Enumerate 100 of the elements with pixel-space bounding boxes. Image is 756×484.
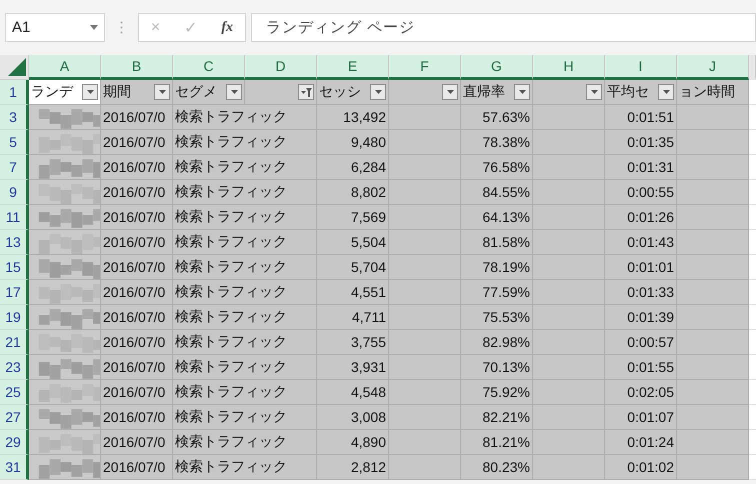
table-cell: 64.13%: [461, 205, 533, 230]
select-all-button[interactable]: [0, 55, 29, 80]
filter-button[interactable]: [154, 84, 170, 100]
row-header[interactable]: 13: [0, 230, 29, 255]
header-text: セグメ: [175, 83, 217, 101]
table-cell: [533, 230, 605, 255]
filter-button[interactable]: [514, 84, 530, 100]
table-cell: 検索トラフィック: [173, 355, 317, 380]
formula-field[interactable]: ランディング ページ: [251, 13, 756, 42]
triangle-icon: [8, 58, 26, 76]
table-cell: 2016/07/0: [101, 430, 173, 455]
table-cell: 5,704: [317, 255, 389, 280]
table-cell: [677, 205, 749, 230]
row-header[interactable]: 29: [0, 430, 29, 455]
table-cell: 2,812: [317, 455, 389, 480]
table-cell: 2016/07/0: [101, 255, 173, 280]
table-cell: 0:00:57: [605, 330, 677, 355]
table-cell: 2016/07/0: [101, 280, 173, 305]
filter-button[interactable]: [442, 84, 458, 100]
caret-icon: [158, 90, 166, 94]
header-text: セッシ: [319, 83, 361, 101]
table-cell: [677, 280, 749, 305]
table-cell: 0:01:24: [605, 430, 677, 455]
row-header[interactable]: 23: [0, 355, 29, 380]
table-cell: [533, 405, 605, 430]
table-cell: [389, 230, 461, 255]
column-header[interactable]: D: [245, 55, 317, 80]
filter-button[interactable]: [298, 84, 314, 100]
caret-icon: [90, 25, 98, 30]
column-header[interactable]: C: [173, 55, 245, 80]
table-cell: 4,551: [317, 280, 389, 305]
row-header[interactable]: 3: [0, 105, 29, 130]
cell-reference: A1: [12, 19, 30, 36]
table-cell: [533, 130, 605, 155]
table-cell: 82.98%: [461, 330, 533, 355]
row-header[interactable]: 9: [0, 180, 29, 205]
filter-button[interactable]: [370, 84, 386, 100]
table-cell: 57.63%: [461, 105, 533, 130]
table-cell: 78.19%: [461, 255, 533, 280]
table-cell: [677, 455, 749, 480]
column-header[interactable]: E: [317, 55, 389, 80]
table-cell: 80.23%: [461, 455, 533, 480]
filter-icon: [300, 88, 312, 96]
table-cell: 0:01:55: [605, 355, 677, 380]
table-cell: [533, 430, 605, 455]
table-cell: [677, 180, 749, 205]
table-cell: [677, 155, 749, 180]
table-cell: [389, 255, 461, 280]
table-cell: 検索トラフィック: [173, 430, 317, 455]
table-cell: 2016/07/0: [101, 155, 173, 180]
column-header[interactable]: F: [389, 55, 461, 80]
column-header[interactable]: B: [101, 55, 173, 80]
table-cell: 76.58%: [461, 155, 533, 180]
filter-button[interactable]: [82, 84, 98, 100]
table-cell: 0:01:31: [605, 155, 677, 180]
table-cell: 2016/07/0: [101, 205, 173, 230]
filter-button[interactable]: [658, 84, 674, 100]
table-cell: 検索トラフィック: [173, 180, 317, 205]
table-cell: [389, 405, 461, 430]
table-cell: [677, 330, 749, 355]
column-header[interactable]: H: [533, 55, 605, 80]
table-cell: 2016/07/0: [101, 180, 173, 205]
table-cell: 検索トラフィック: [173, 455, 317, 480]
table-cell: 5,504: [317, 230, 389, 255]
filter-button[interactable]: [586, 84, 602, 100]
table-cell: 82.21%: [461, 405, 533, 430]
table-cell: 84.55%: [461, 180, 533, 205]
table-cell: 4,890: [317, 430, 389, 455]
table-cell: 検索トラフィック: [173, 405, 317, 430]
table-cell: 検索トラフィック: [173, 130, 317, 155]
row-header[interactable]: 27: [0, 405, 29, 430]
caret-icon: [662, 90, 670, 94]
row-header[interactable]: 11: [0, 205, 29, 230]
column-header[interactable]: J: [677, 55, 749, 80]
filter-button[interactable]: [226, 84, 242, 100]
row-header[interactable]: 7: [0, 155, 29, 180]
table-cell: [533, 155, 605, 180]
name-box[interactable]: A1: [5, 13, 105, 42]
row-header[interactable]: 15: [0, 255, 29, 280]
row-header[interactable]: 31: [0, 455, 29, 480]
table-cell: 0:01:07: [605, 405, 677, 430]
row-header[interactable]: 1: [0, 80, 29, 105]
table-cell: 2016/07/0: [101, 305, 173, 330]
row-header[interactable]: 19: [0, 305, 29, 330]
column-header[interactable]: I: [605, 55, 677, 80]
table-cell: [677, 130, 749, 155]
column-header[interactable]: G: [461, 55, 533, 80]
table-cell: 検索トラフィック: [173, 330, 317, 355]
table-cell: 0:01:02: [605, 455, 677, 480]
table-cell: 0:01:51: [605, 105, 677, 130]
table-cell: 0:01:33: [605, 280, 677, 305]
table-cell: 6,284: [317, 155, 389, 180]
row-header[interactable]: 5: [0, 130, 29, 155]
table-cell: [533, 205, 605, 230]
row-header[interactable]: 21: [0, 330, 29, 355]
row-header[interactable]: 17: [0, 280, 29, 305]
row-header[interactable]: 25: [0, 380, 29, 405]
column-header[interactable]: A: [29, 55, 101, 80]
insert-function-button[interactable]: fx: [215, 20, 240, 36]
table-cell: 2016/07/0: [101, 105, 173, 130]
